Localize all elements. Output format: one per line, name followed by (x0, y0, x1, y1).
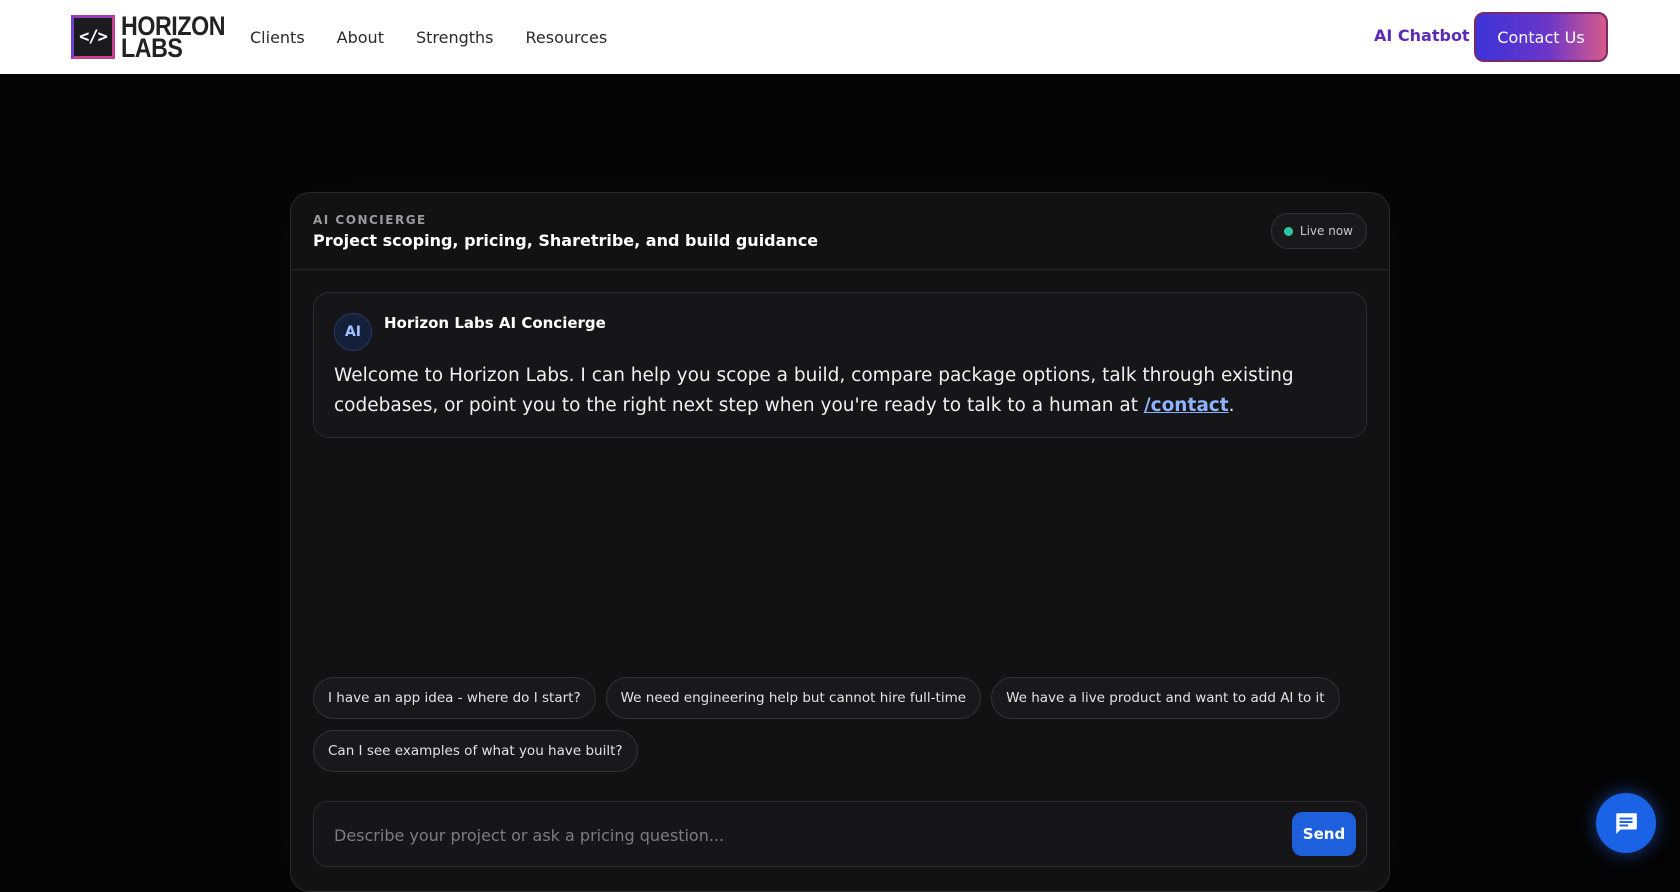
suggestion-chip[interactable]: Can I see examples of what you have buil… (313, 730, 638, 772)
main-nav: Clients About Strengths Resources (250, 0, 639, 74)
logo[interactable]: </> HORIZON LABS (71, 13, 242, 62)
suggestion-chips: I have an app idea - where do I start? W… (313, 677, 1373, 783)
assistant-message: AI Horizon Labs AI Concierge Welcome to … (313, 292, 1367, 438)
nav-strengths[interactable]: Strengths (416, 28, 494, 47)
contact-us-button[interactable]: Contact Us (1474, 12, 1608, 62)
logo-mark-text: </> (79, 27, 108, 47)
message-input[interactable] (332, 820, 1236, 850)
status-text: Live now (1299, 224, 1353, 238)
message-text: Welcome to Horizon Labs. I can help you … (334, 361, 1344, 421)
panel-title: Project scoping, pricing, Sharetribe, an… (313, 231, 819, 250)
composer: Send (313, 801, 1367, 867)
suggestion-chip[interactable]: We have a live product and want to add A… (991, 677, 1340, 719)
contact-link[interactable]: /contact (1144, 395, 1229, 416)
live-dot-icon (1283, 226, 1293, 236)
send-button[interactable]: Send (1292, 812, 1356, 856)
chat-panel: AI CONCIERGE Project scoping, pricing, S… (290, 192, 1390, 892)
nav-resources[interactable]: Resources (526, 28, 608, 47)
nav-clients[interactable]: Clients (250, 28, 305, 47)
chat-launcher-button[interactable] (1596, 793, 1656, 853)
chat-bubble-icon (1616, 813, 1637, 834)
suggestion-chip[interactable]: I have an app idea - where do I start? (313, 677, 596, 719)
message-sender: Horizon Labs AI Concierge (384, 314, 606, 332)
panel-eyebrow: AI CONCIERGE (313, 213, 427, 227)
suggestion-chip[interactable]: We need engineering help but cannot hire… (605, 677, 982, 719)
avatar: AI (334, 313, 372, 351)
status-badge: Live now (1270, 213, 1367, 249)
ai-chatbot-link[interactable]: AI Chatbot (1374, 26, 1470, 45)
logo-text: HORIZON LABS (121, 13, 225, 62)
site-header: </> HORIZON LABS Clients About Strengths… (0, 0, 1680, 74)
message-text-after: . (1228, 395, 1235, 416)
logo-mark-icon: </> (71, 15, 115, 59)
chat-panel-header: AI CONCIERGE Project scoping, pricing, S… (291, 193, 1389, 270)
nav-about[interactable]: About (337, 28, 384, 47)
